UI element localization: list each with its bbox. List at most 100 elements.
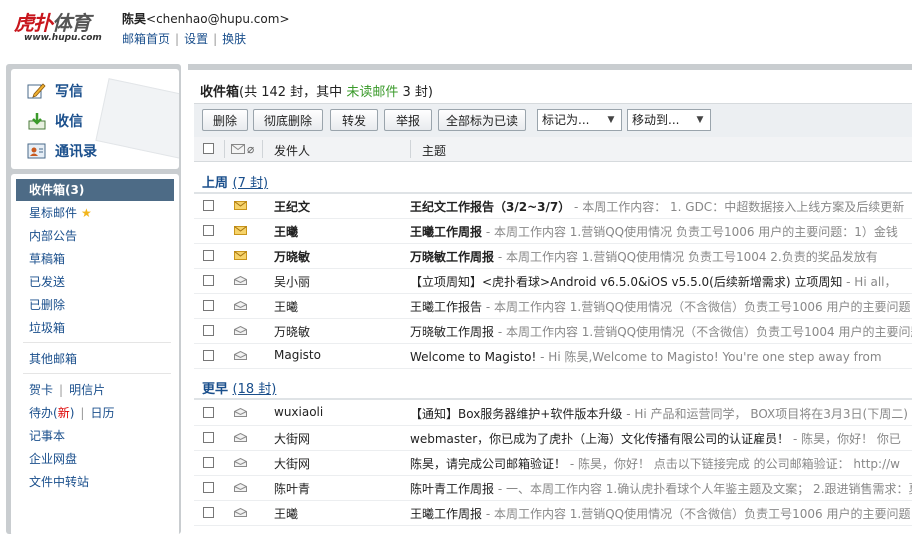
email-row[interactable]: Magisto Welcome to Magisto! - Hi 陈昊,Welco…: [194, 343, 912, 369]
email-subject-cell[interactable]: 陈昊，请完成公司邮箱验证！ - 陈昊，你好！ 点击以下链接完成 的公司邮箱验证：…: [410, 455, 912, 472]
email-row[interactable]: 大街网 陈昊，请完成公司邮箱验证！ - 陈昊，你好！ 点击以下链接完成 的公司邮箱…: [194, 450, 912, 476]
email-subject-cell[interactable]: 王曦工作报告 - 本周工作内容 1.营销QQ使用情况（不含微信）负责工号1006…: [410, 298, 912, 315]
email-sender[interactable]: 大街网: [274, 430, 310, 447]
folder-inbox[interactable]: 收件箱(3): [16, 179, 174, 201]
contacts-button[interactable]: 通讯录: [27, 141, 97, 161]
unread-count: 3 封): [398, 85, 433, 100]
folder-deleted[interactable]: 已删除: [11, 294, 179, 316]
email-subject-cell[interactable]: 万晓敏工作周报 - 本周工作内容 1.营销QQ使用情况 负责工号1004 2.负…: [410, 248, 912, 265]
email-preview: - 陈昊，你好！ 你已: [789, 432, 901, 446]
mailbox-home-link[interactable]: 邮箱首页: [122, 32, 170, 46]
email-row[interactable]: 陈叶青 陈叶青工作周报 - 一、本周工作内容 1.确认虎扑看球个人年鉴主题及文案；…: [194, 475, 912, 501]
group-count-link[interactable]: (7 封): [233, 176, 269, 191]
email-row[interactable]: 王曦 王曦工作周报 - 本周工作内容 1.营销QQ使用情况（不含微信）负责工号10…: [194, 500, 912, 526]
email-sender[interactable]: 大街网: [274, 455, 310, 472]
hupu-logo[interactable]: 虎扑体育 www.hupu.com: [14, 7, 114, 47]
row-checkbox[interactable]: [203, 350, 214, 361]
email-row[interactable]: 王纪文 王纪文工作报告（3/2~3/7） - 本周工作内容： 1. GDC：中超数…: [194, 193, 912, 219]
row-checkbox[interactable]: [203, 482, 214, 493]
email-sender[interactable]: 万晓敏: [274, 323, 310, 340]
folder-junk[interactable]: 垃圾箱: [11, 317, 179, 339]
envelope-column-icon[interactable]: [231, 143, 245, 157]
folder-other-mailbox[interactable]: 其他邮箱: [11, 348, 179, 370]
receive-mail-label: 收信: [55, 114, 83, 130]
sender-column-header[interactable]: 发件人: [274, 142, 310, 159]
row-checkbox[interactable]: [203, 275, 214, 286]
email-subject-cell[interactable]: 王曦工作周报 - 本周工作内容 1.营销QQ使用情况 负责工号1006 用户的主…: [410, 223, 912, 240]
row-checkbox[interactable]: [203, 457, 214, 468]
mark-all-read-button[interactable]: 全部标为已读: [438, 109, 526, 131]
email-sender[interactable]: 王曦: [274, 505, 298, 522]
group-count-link[interactable]: (18 封): [233, 382, 277, 397]
settings-link[interactable]: 设置: [184, 32, 208, 46]
folder-sent[interactable]: 已发送: [11, 271, 179, 293]
user-identity: 陈昊<chenhao@hupu.com>: [122, 10, 290, 27]
subject-column-header[interactable]: 主题: [422, 142, 446, 159]
mark-as-dropdown[interactable]: 标记为... ▼: [537, 109, 622, 131]
email-subject-cell[interactable]: 【立项周知】<虎扑看球>Android v6.5.0&iOS v5.5.0(后续…: [410, 273, 912, 290]
receive-mail-button[interactable]: 收信: [27, 111, 83, 131]
forward-button[interactable]: 转发: [330, 109, 378, 131]
email-subject: 【通知】Box服务器维护+软件版本升级: [410, 407, 623, 421]
email-row[interactable]: 王曦 王曦工作周报 - 本周工作内容 1.营销QQ使用情况 负责工号1006 用户…: [194, 218, 912, 244]
email-row[interactable]: 大街网 webmaster，你已成为了虎扑（上海）文化传播有限公司的认证雇员！ -…: [194, 425, 912, 451]
folder-drafts[interactable]: 草稿箱: [11, 248, 179, 270]
email-subject-cell[interactable]: 王纪文工作报告（3/2~3/7） - 本周工作内容： 1. GDC：中超数据接入…: [410, 198, 912, 215]
calendar-link[interactable]: 日历: [90, 406, 114, 420]
inbox-summary: 收件箱(共 142 封，其中 未读邮件 3 封): [200, 81, 433, 100]
email-subject-cell[interactable]: 王曦工作周报 - 本周工作内容 1.营销QQ使用情况（不含微信）负责工号1006…: [410, 505, 912, 522]
row-checkbox[interactable]: [203, 407, 214, 418]
permanent-delete-button[interactable]: 彻底删除: [253, 109, 323, 131]
email-subject-cell[interactable]: 陈叶青工作周报 - 一、本周工作内容 1.确认虎扑看球个人年鉴主题及文案； 2.…: [410, 480, 912, 497]
select-all-checkbox[interactable]: [203, 143, 214, 154]
mark-as-label: 标记为...: [542, 113, 590, 127]
write-mail-label: 写信: [55, 84, 83, 100]
email-sender[interactable]: Magisto: [274, 348, 321, 362]
row-checkbox[interactable]: [203, 325, 214, 336]
row-checkbox[interactable]: [203, 300, 214, 311]
todo-link[interactable]: 待办(新): [29, 406, 74, 420]
email-sender[interactable]: 陈叶青: [274, 480, 310, 497]
email-row[interactable]: wuxiaoli 【通知】Box服务器维护+软件版本升级 - Hi 产品和运营同学…: [194, 400, 912, 426]
email-sender[interactable]: 王曦: [274, 298, 298, 315]
mail-toolbar: 删除 彻底删除 转发 举报 全部标为已读 标记为... ▼ 移动到... ▼: [194, 103, 912, 138]
notebook-link[interactable]: 记事本: [11, 425, 179, 447]
column-separator: [410, 140, 411, 158]
folder-starred[interactable]: 星标邮件 ★: [11, 202, 179, 224]
move-to-dropdown[interactable]: 移动到... ▼: [627, 109, 711, 131]
row-checkbox[interactable]: [203, 250, 214, 261]
row-checkbox[interactable]: [203, 225, 214, 236]
email-subject-cell[interactable]: 万晓敏工作周报 - 本周工作内容 1.营销QQ使用情况（不含微信）负责工号100…: [410, 323, 912, 340]
read-envelope-icon: [234, 326, 247, 335]
email-sender[interactable]: 王纪文: [274, 198, 310, 215]
change-skin-link[interactable]: 换肤: [222, 32, 246, 46]
email-row[interactable]: 万晓敏 万晓敏工作周报 - 本周工作内容 1.营销QQ使用情况（不含微信）负责工号…: [194, 318, 912, 344]
top-header: 虎扑体育 www.hupu.com 陈昊<chenhao@hupu.com> 邮…: [0, 0, 912, 62]
greeting-card-link[interactable]: 贺卡: [29, 383, 53, 397]
row-checkbox[interactable]: [203, 432, 214, 443]
email-sender[interactable]: 吴小丽: [274, 273, 310, 290]
row-checkbox[interactable]: [203, 200, 214, 211]
todo-label: 待办(: [29, 406, 58, 420]
enterprise-netdisk-link[interactable]: 企业网盘: [11, 448, 179, 470]
unread-link[interactable]: 未读邮件: [346, 85, 398, 100]
email-sender[interactable]: 王曦: [274, 223, 298, 240]
email-subject-cell[interactable]: Welcome to Magisto! - Hi 陈昊,Welcome to M…: [410, 348, 912, 365]
postcard-link[interactable]: 明信片: [69, 383, 105, 397]
email-subject-cell[interactable]: webmaster，你已成为了虎扑（上海）文化传播有限公司的认证雇员！ - 陈昊…: [410, 430, 912, 447]
email-row[interactable]: 王曦 王曦工作报告 - 本周工作内容 1.营销QQ使用情况（不含微信）负责工号10…: [194, 293, 912, 319]
delete-button[interactable]: 删除: [202, 109, 248, 131]
email-sender[interactable]: 万晓敏: [274, 248, 310, 265]
user-name: 陈昊: [122, 12, 147, 26]
folder-internal-notice[interactable]: 内部公告: [11, 225, 179, 247]
email-subject-cell[interactable]: 【通知】Box服务器维护+软件版本升级 - Hi 产品和运营同学， BOX项目将…: [410, 405, 912, 422]
row-checkbox[interactable]: [203, 507, 214, 518]
email-row[interactable]: 吴小丽 【立项周知】<虎扑看球>Android v6.5.0&iOS v5.5.0…: [194, 268, 912, 294]
email-row[interactable]: 万晓敏 万晓敏工作周报 - 本周工作内容 1.营销QQ使用情况 负责工号1004 …: [194, 243, 912, 269]
write-mail-button[interactable]: 写信: [27, 81, 83, 101]
file-transfer-link[interactable]: 文件中转站: [11, 471, 179, 493]
email-subject: 陈叶青工作周报: [410, 482, 495, 496]
report-button[interactable]: 举报: [384, 109, 432, 131]
attachment-column-icon[interactable]: ⌀: [247, 142, 254, 156]
email-sender[interactable]: wuxiaoli: [274, 405, 323, 419]
